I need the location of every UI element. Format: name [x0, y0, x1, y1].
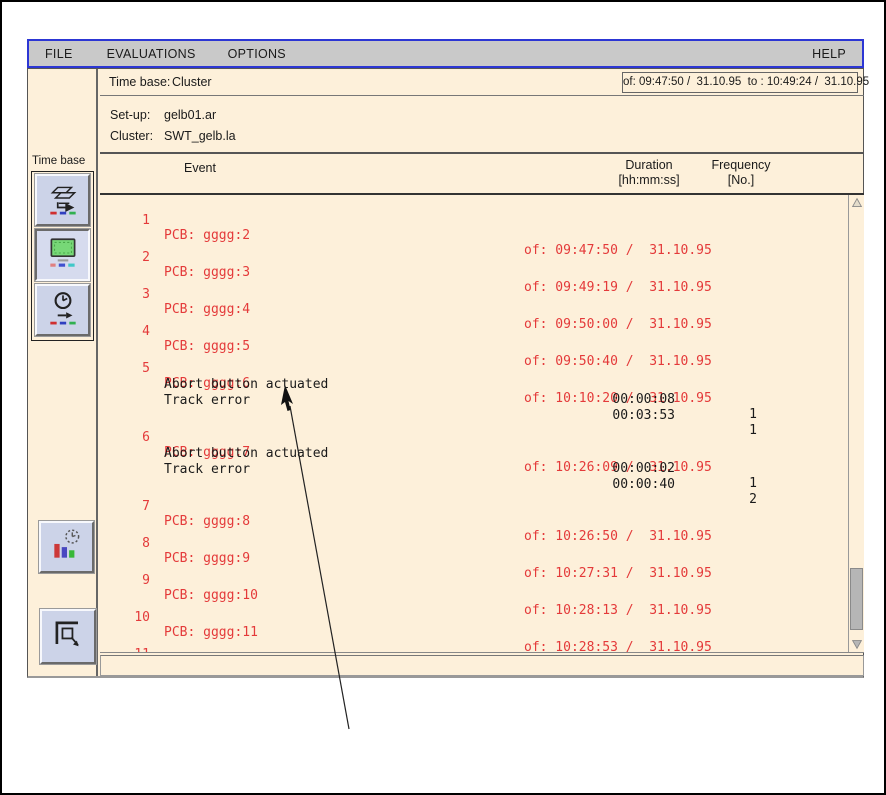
event-rows: 1 PCB: gggg:2 of: 09:47:50 / 31.10.95 2 … [100, 198, 864, 648]
cluster-value: SWT_gelb.la [164, 129, 236, 143]
sub-event-label: Track error [164, 393, 250, 408]
timebase-clock-button[interactable] [35, 284, 90, 336]
event-number: 1 [100, 213, 150, 228]
event-row[interactable]: 4 PCB: gggg:5 of: 09:50:40 / 31.10.95 [100, 309, 864, 325]
column-duration: Duration [601, 158, 697, 172]
event-row[interactable]: 3 PCB: gggg:4 of: 09:50:00 / 31.10.95 [100, 272, 864, 288]
event-row[interactable]: 1 PCB: gggg:2 of: 09:47:50 / 31.10.95 [100, 198, 864, 214]
event-number: 10 [100, 610, 150, 625]
sidebar-label: Time base [32, 155, 85, 167]
event-number: 4 [100, 324, 150, 339]
event-number: 3 [100, 287, 150, 302]
cluster-label: Cluster: [110, 129, 153, 143]
menu-item-options[interactable]: OPTIONS [222, 47, 292, 61]
vertical-scrollbar[interactable] [848, 195, 864, 652]
event-number: 2 [100, 250, 150, 265]
menu-item-evaluations[interactable]: EVALUATIONS [101, 47, 202, 61]
event-number: 7 [100, 499, 150, 514]
event-row[interactable]: 7 PCB: gggg:8 of: 10:26:50 / 31.10.95 [100, 484, 864, 500]
timebase-header-bar: Time base: Cluster of: 09:47:50 / 31.10.… [100, 69, 864, 96]
scrollbar-down-icon[interactable] [850, 637, 864, 651]
event-row[interactable]: 5 PCB: gggg:6 of: 10:10:20 / 31.10.95 Ab… [100, 346, 864, 394]
column-frequency: Frequency [693, 158, 789, 172]
column-duration-unit: [hh:mm:ss] [601, 173, 697, 187]
column-event: Event [184, 161, 216, 175]
sub-event-label: Track error [164, 462, 250, 477]
setup-panel: Set-up: gelb01.ar Cluster: SWT_gelb.la [100, 96, 864, 154]
event-sub-row: Abort button actuated 00:00:02 1 [100, 431, 864, 447]
timebase-button-group [31, 171, 94, 341]
clock-arrow-icon [44, 289, 82, 332]
region-select-button[interactable] [40, 609, 96, 664]
monitor-icon [44, 234, 82, 277]
sub-event-duration: 00:00:08 [570, 392, 675, 407]
event-row[interactable]: 2 PCB: gggg:3 of: 09:49:19 / 31.10.95 [100, 235, 864, 251]
event-number: 9 [100, 573, 150, 588]
chart-evaluation-button[interactable] [39, 521, 94, 573]
timebase-value: Cluster [172, 75, 212, 89]
timebase-label: Time base: [109, 75, 170, 89]
time-range-box: of: 09:47:50 / 31.10.95 to : 10:49:24 / … [622, 72, 858, 93]
event-row[interactable]: 6 PCB: gggg:7 of: 10:26:09 / 31.10.95 Ab… [100, 415, 864, 463]
column-header: Event Duration [hh:mm:ss] Frequency [No.… [100, 154, 864, 193]
timebase-pcb-button[interactable] [35, 174, 90, 226]
scrollbar-up-icon[interactable] [850, 196, 864, 210]
application-window: FILE EVALUATIONS OPTIONS HELP Time base [0, 0, 886, 795]
chart-clock-icon [48, 526, 86, 569]
event-row[interactable]: 9 PCB: gggg:10 of: 10:28:13 / 31.10.95 [100, 558, 864, 574]
sidebar: Time base [28, 69, 98, 676]
pcb-stack-arrow-icon [44, 179, 82, 222]
region-select-icon [48, 614, 88, 659]
event-sub-row: Track error 00:03:53 1 [100, 378, 864, 394]
status-bar [100, 655, 864, 676]
setup-label: Set-up: [110, 108, 150, 122]
main-window-body: Time base [27, 68, 864, 678]
event-row[interactable]: 10 PCB: gggg:11 of: 10:28:53 / 31.10.95 [100, 595, 864, 611]
sub-event-duration: 00:00:02 [570, 461, 675, 476]
event-row[interactable]: 11 PCB: gggg:12 of: 10:41:06 / 31.10.95 [100, 632, 864, 648]
menu-item-help[interactable]: HELP [806, 47, 852, 61]
menu-bar: FILE EVALUATIONS OPTIONS HELP [27, 39, 864, 68]
event-sub-row: Abort button actuated 00:00:08 1 [100, 362, 864, 378]
setup-value: gelb01.ar [164, 108, 216, 122]
main-panel: Time base: Cluster of: 09:47:50 / 31.10.… [100, 69, 864, 677]
column-frequency-unit: [No.] [693, 173, 789, 187]
event-number: 11 [100, 647, 150, 653]
event-number: 8 [100, 536, 150, 551]
event-sub-row: Track error 00:00:40 2 [100, 447, 864, 463]
event-list[interactable]: 1 PCB: gggg:2 of: 09:47:50 / 31.10.95 2 … [100, 193, 864, 653]
event-row[interactable]: 8 PCB: gggg:9 of: 10:27:31 / 31.10.95 [100, 521, 864, 537]
menu-item-file[interactable]: FILE [39, 47, 79, 61]
scrollbar-thumb[interactable] [850, 568, 863, 630]
timebase-cluster-button[interactable] [35, 229, 90, 281]
